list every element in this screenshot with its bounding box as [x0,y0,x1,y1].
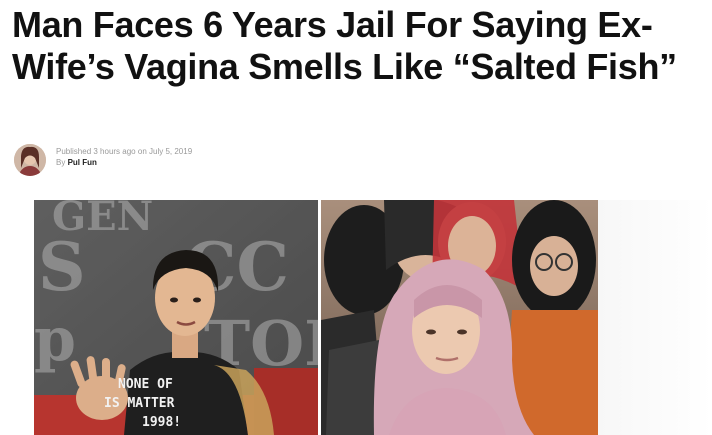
article-meta: Published 3 hours ago on July 5, 2019 By… [56,146,192,169]
shirt-text-line1: NONE OF [118,377,173,392]
by-label: By [56,158,66,167]
shirt-text-line3: 1998! [142,415,181,430]
published-info: Published 3 hours ago on July 5, 2019 [56,146,192,157]
author-avatar-icon[interactable] [14,144,46,176]
published-time: 3 hours ago [93,147,136,156]
shirt-text-line2: IS MATTER [104,396,175,411]
article-headline: Man Faces 6 Years Jail For Saying Ex-Wif… [12,4,677,87]
author-name-link[interactable]: Pul Fun [68,158,97,167]
article-featured-image[interactable]: GEN S CC p TOR NONE OF IS MATTER 1998! [34,200,598,435]
published-on: on [137,147,147,156]
published-label: Published [56,147,92,156]
right-margin [598,200,712,435]
author-line: By Pul Fun [56,157,192,169]
right-photo-panel [321,200,598,435]
published-date: July 5, 2019 [149,147,193,156]
left-photo-panel: GEN S CC p TOR NONE OF IS MATTER 1998! [34,200,356,435]
